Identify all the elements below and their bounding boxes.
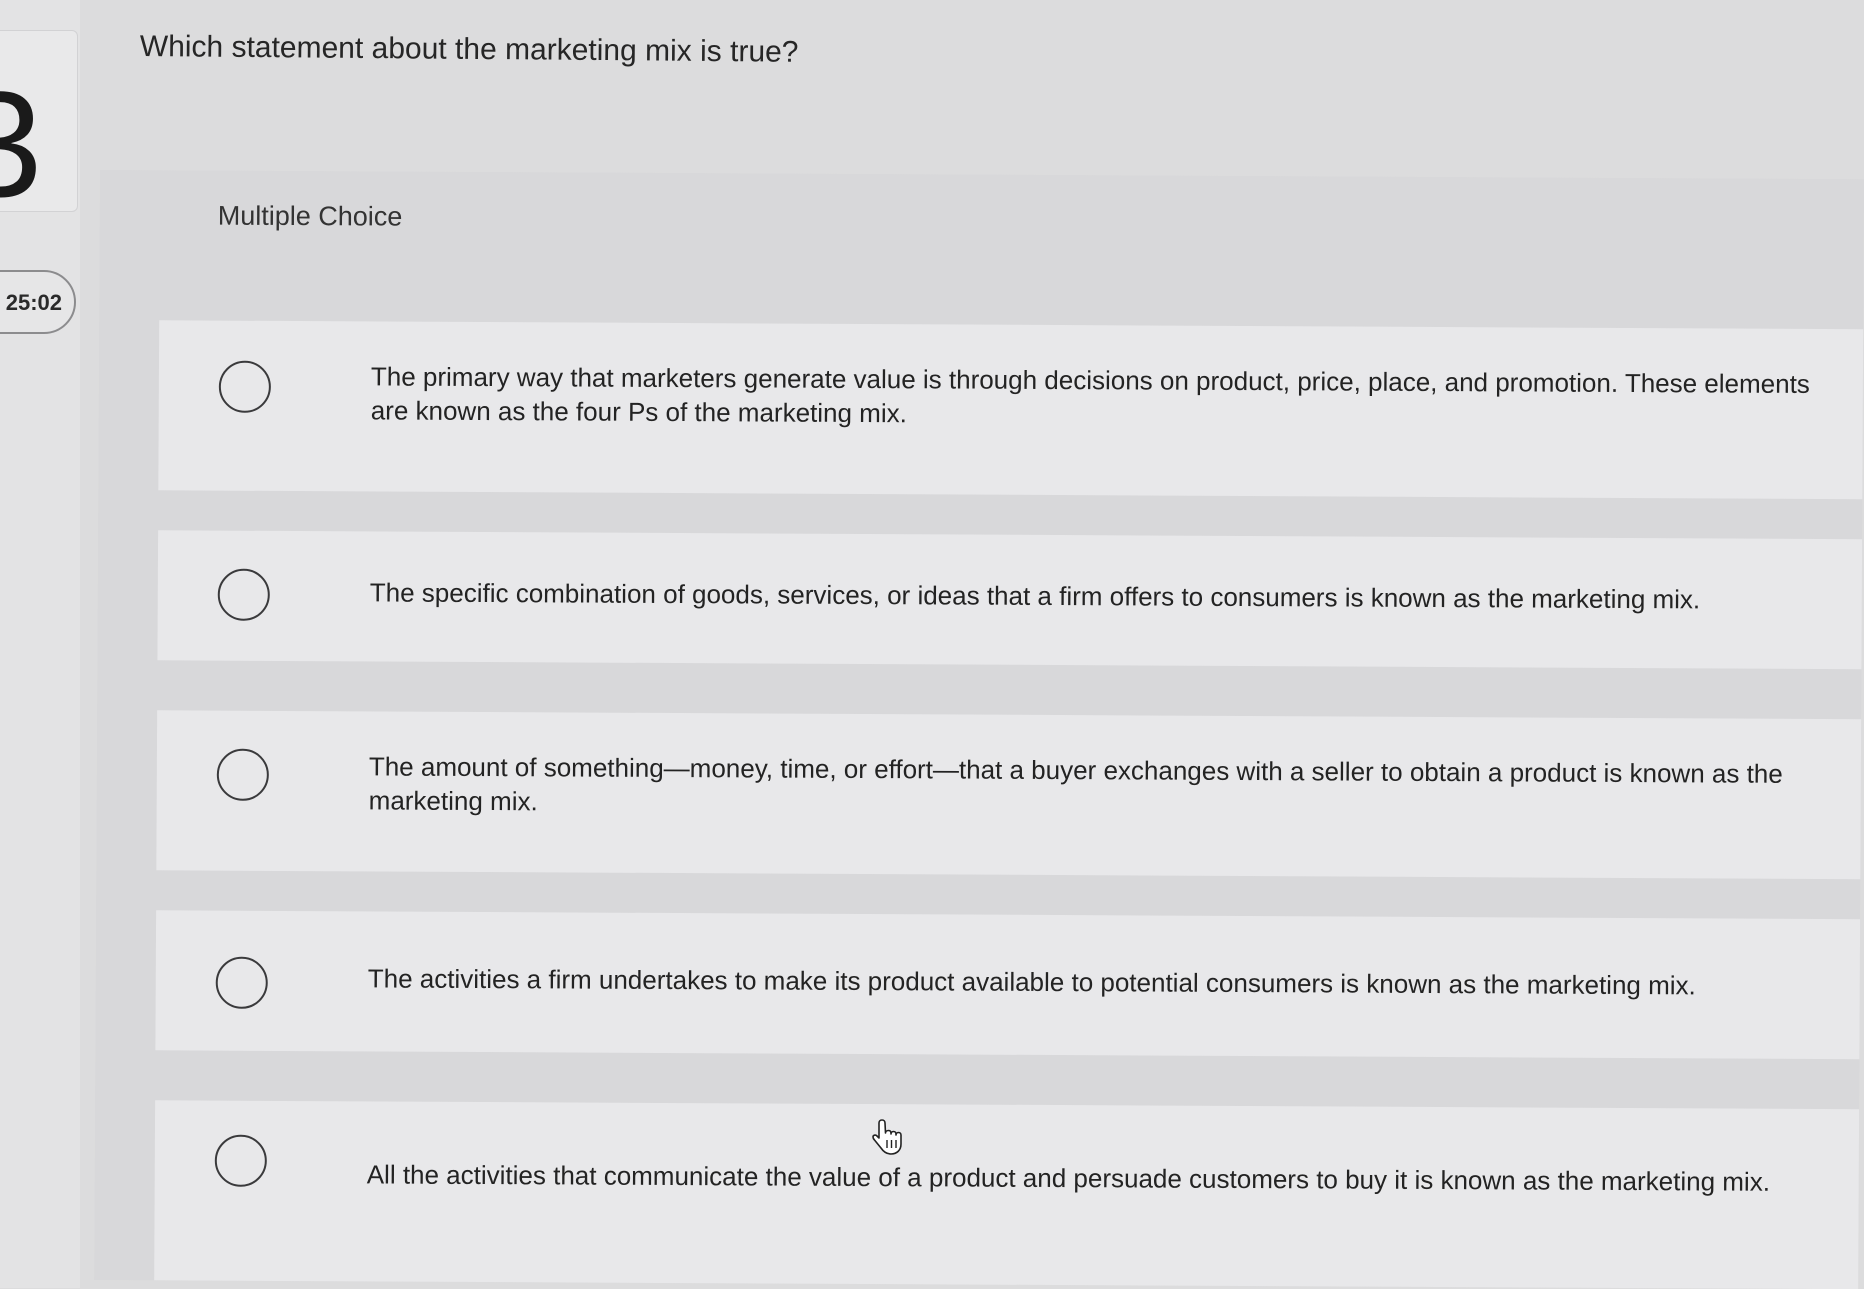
answer-option-1[interactable]: The primary way that marketers generate …: [158, 320, 1864, 500]
answer-option-5[interactable]: All the activities that communicate the …: [154, 1100, 1860, 1289]
radio-button-4[interactable]: [215, 956, 268, 1009]
hand-pointer-icon: [872, 1119, 902, 1155]
question-prompt: Which statement about the marketing mix …: [139, 30, 799, 69]
radio-button-5[interactable]: [214, 1134, 267, 1187]
left-rail: 3 25:02: [0, 0, 80, 1288]
answer-option-3[interactable]: The amount of something—money, time, or …: [156, 710, 1862, 880]
timer-badge[interactable]: 25:02: [0, 270, 76, 334]
radio-button-3[interactable]: [216, 748, 269, 801]
radio-button-1[interactable]: [218, 360, 272, 413]
answer-option-text: All the activities that communicate the …: [366, 1159, 1771, 1197]
answer-option-text: The primary way that marketers generate …: [370, 361, 1810, 429]
timer-text: 25:02: [5, 290, 62, 315]
answer-option-2[interactable]: The specific combination of goods, servi…: [157, 530, 1863, 670]
answer-option-text: The amount of something—money, time, or …: [368, 751, 1783, 817]
answer-option-text: The specific combination of goods, servi…: [369, 577, 1701, 615]
radio-button-2[interactable]: [217, 568, 270, 621]
question-type-label: Multiple Choice: [217, 200, 403, 232]
answer-option-text: The activities a firm undertakes to make…: [367, 963, 1696, 1001]
answer-option-4[interactable]: The activities a firm undertakes to make…: [155, 910, 1861, 1060]
question-number: 3: [0, 69, 42, 211]
question-number-card[interactable]: 3: [0, 30, 78, 212]
choices-panel: Multiple Choice The primary way that mar…: [94, 170, 1864, 1289]
